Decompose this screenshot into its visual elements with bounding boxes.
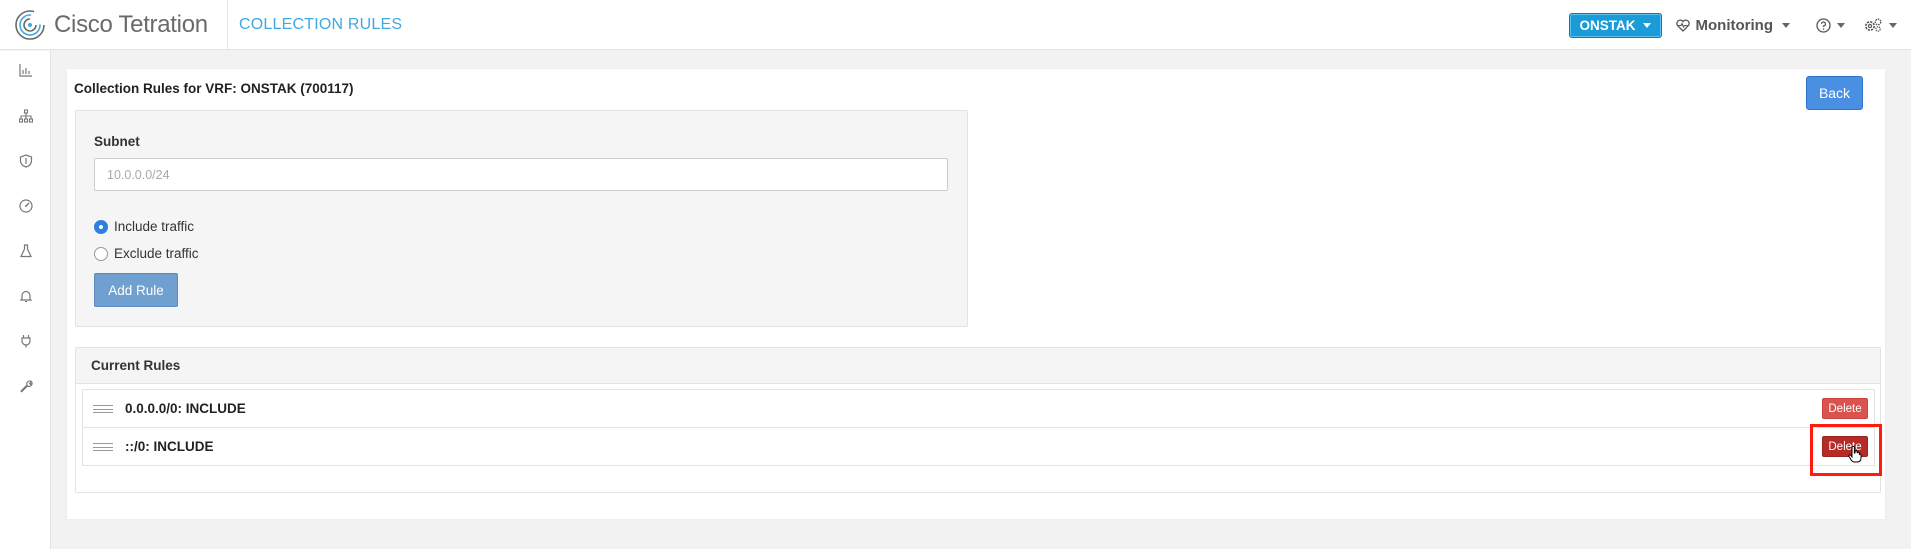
drag-handle-icon[interactable]: [93, 442, 113, 451]
hand-pointer-cursor-icon: [1848, 446, 1862, 463]
caret-down-icon: [1889, 22, 1897, 28]
connector-plug-icon[interactable]: [19, 334, 33, 348]
logo[interactable]: Cisco Tetration: [0, 0, 228, 50]
dashboard-icon[interactable]: [19, 63, 33, 77]
sidebar: [0, 51, 51, 549]
delete-rule-button[interactable]: Delete: [1822, 398, 1868, 419]
topology-icon[interactable]: [19, 109, 33, 123]
drag-handle-icon[interactable]: [93, 404, 113, 413]
brand-name: Cisco Tetration: [54, 10, 208, 38]
caret-down-icon: [1782, 22, 1790, 28]
panel-title: Collection Rules for VRF: ONSTAK (700117…: [74, 81, 354, 96]
include-traffic-option[interactable]: Include traffic: [94, 219, 194, 234]
caret-down-icon: [1837, 22, 1845, 28]
exclude-traffic-label: Exclude traffic: [114, 246, 199, 261]
subnet-input[interactable]: [94, 158, 948, 191]
gears-icon: [1865, 18, 1882, 32]
security-shield-icon[interactable]: [19, 154, 33, 168]
include-traffic-label: Include traffic: [114, 219, 195, 234]
back-button[interactable]: Back: [1806, 76, 1863, 110]
vrf-selector-label: ONSTAK: [1579, 17, 1636, 33]
page-title: COLLECTION RULES: [239, 15, 403, 33]
help-menu[interactable]: [1816, 17, 1845, 33]
caret-down-icon: [1642, 22, 1651, 28]
performance-gauge-icon[interactable]: [19, 199, 33, 213]
heart-pulse-icon: [1675, 18, 1690, 32]
vrf-selector-dropdown[interactable]: ONSTAK: [1568, 12, 1662, 38]
monitoring-label: Monitoring: [1695, 16, 1773, 34]
exclude-traffic-radio[interactable]: [94, 246, 108, 261]
lab-flask-icon[interactable]: [19, 244, 33, 258]
exclude-traffic-option[interactable]: Exclude traffic: [94, 246, 199, 261]
alerts-bell-icon[interactable]: [19, 289, 33, 303]
collection-rules-panel: Collection Rules for VRF: ONSTAK (700117…: [66, 68, 1886, 520]
rule-row[interactable]: 0.0.0.0/0: INCLUDE Delete: [82, 389, 1875, 428]
rule-text: 0.0.0.0/0: INCLUDE: [125, 401, 246, 416]
rule-row[interactable]: ::/0: INCLUDE Delete: [82, 427, 1875, 466]
monitoring-menu[interactable]: Monitoring: [1675, 16, 1790, 34]
help-question-icon: [1816, 17, 1831, 33]
subnet-label: Subnet: [94, 134, 140, 149]
include-traffic-radio[interactable]: [94, 219, 108, 234]
current-rules-panel: Current Rules 0.0.0.0/0: INCLUDE Delete …: [75, 347, 1881, 493]
maintenance-wrench-icon[interactable]: [19, 379, 33, 393]
current-rules-header: Current Rules: [76, 348, 1880, 384]
rule-list: 0.0.0.0/0: INCLUDE Delete ::/0: INCLUDE …: [82, 389, 1875, 466]
tetration-logo-icon: [15, 9, 45, 40]
rule-text: ::/0: INCLUDE: [125, 439, 214, 454]
add-rule-button[interactable]: Add Rule: [94, 273, 178, 307]
top-bar: Cisco Tetration COLLECTION RULES ONSTAK …: [0, 0, 1911, 50]
add-rule-form: Subnet Include traffic Exclude traffic A…: [75, 110, 968, 327]
settings-menu[interactable]: [1863, 17, 1897, 33]
top-right-controls: ONSTAK Monitoring: [1568, 0, 1911, 50]
